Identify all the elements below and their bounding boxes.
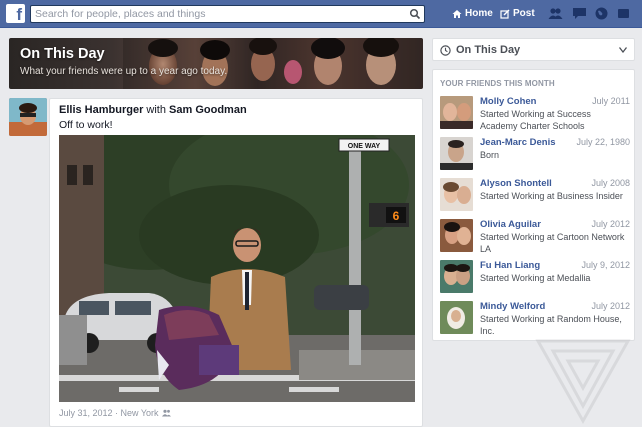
- friend-event-desc: Started Working at Medallia: [480, 273, 591, 283]
- list-item[interactable]: Molly Cohen July 2011 Started Working at…: [440, 96, 630, 132]
- friend-event-desc: Born: [480, 150, 500, 160]
- friends-audience-icon[interactable]: [161, 409, 171, 417]
- friend-event-date: July 2012: [591, 219, 630, 229]
- messages-icon[interactable]: [572, 6, 587, 21]
- one-way-sign: ONE WAY: [348, 143, 381, 150]
- author-name-link[interactable]: Ellis Hamburger: [59, 104, 143, 116]
- friend-event-date: July 2008: [591, 178, 630, 188]
- post-text: Off to work!: [59, 119, 113, 131]
- friend-avatar[interactable]: [440, 178, 473, 211]
- post-meta: July 31, 2012 · New York: [59, 408, 171, 418]
- friend-event-date: July 22, 1980: [576, 137, 630, 147]
- search-input[interactable]: [31, 6, 401, 22]
- friend-event-date: July 9, 2012: [581, 260, 630, 270]
- friend-name-link[interactable]: Fu Han Liang: [480, 260, 540, 271]
- street-scene-image: ONE WAY 6: [59, 135, 415, 402]
- on-this-day-banner[interactable]: On This Day What your friends were up to…: [9, 38, 423, 89]
- friend-avatar[interactable]: [440, 301, 473, 334]
- list-item[interactable]: Fu Han Liang July 9, 2012 Started Workin…: [440, 260, 630, 296]
- verge-watermark-icon: [535, 339, 631, 425]
- settings-icon[interactable]: [616, 6, 631, 21]
- with-word: with: [146, 104, 166, 116]
- on-this-day-nav[interactable]: On This Day: [432, 38, 635, 61]
- post-header: Ellis Hamburger with Sam Goodman: [59, 104, 247, 116]
- post-date-location[interactable]: July 31, 2012 · New York: [59, 408, 159, 418]
- svg-text:6: 6: [393, 209, 400, 223]
- facebook-logo-icon[interactable]: f: [6, 4, 25, 23]
- list-item[interactable]: Jean-Marc Denis July 22, 1980 Born: [440, 137, 630, 173]
- search-box[interactable]: [30, 5, 425, 23]
- friend-avatar[interactable]: [440, 260, 473, 293]
- friend-requests-icon[interactable]: [548, 6, 563, 21]
- compose-icon: [500, 9, 510, 19]
- friend-event-desc: Started Working at Cartoon Network LA: [480, 232, 625, 254]
- tagged-friend-link[interactable]: Sam Goodman: [169, 104, 247, 116]
- list-item[interactable]: Olivia Aguilar July 2012 Started Working…: [440, 219, 630, 255]
- friend-event-desc: Started Working at Business Insider: [480, 191, 623, 201]
- friend-avatar[interactable]: [440, 137, 473, 170]
- friends-this-month-panel: YOUR FRIENDS THIS MONTH Molly Cohen July…: [432, 69, 635, 341]
- home-icon: [452, 9, 462, 18]
- author-avatar-photo: [9, 98, 47, 136]
- post-card: Ellis Hamburger with Sam Goodman Off to …: [49, 98, 423, 427]
- list-item[interactable]: Alyson Shontell July 2008 Started Workin…: [440, 178, 630, 214]
- author-avatar[interactable]: [9, 98, 47, 136]
- friend-avatar[interactable]: [440, 96, 473, 129]
- top-bar: f Home Post: [0, 0, 642, 28]
- post-link[interactable]: Post: [500, 8, 535, 19]
- notifications-globe-icon[interactable]: [594, 6, 609, 21]
- friend-name-link[interactable]: Jean-Marc Denis: [480, 137, 556, 148]
- friend-avatar[interactable]: [440, 219, 473, 252]
- on-this-day-label: On This Day: [456, 44, 521, 56]
- home-link[interactable]: Home: [452, 8, 493, 19]
- post-photo[interactable]: ONE WAY 6: [59, 135, 415, 402]
- friend-name-link[interactable]: Mindy Welford: [480, 301, 545, 312]
- clock-icon: [440, 45, 451, 56]
- search-icon[interactable]: [409, 8, 421, 20]
- friend-event-desc: Started Working at Success Academy Chart…: [480, 109, 591, 131]
- friend-name-link[interactable]: Olivia Aguilar: [480, 219, 541, 230]
- friends-this-month-title: YOUR FRIENDS THIS MONTH: [440, 79, 555, 88]
- home-label: Home: [465, 8, 493, 19]
- friend-name-link[interactable]: Alyson Shontell: [480, 178, 552, 189]
- post-label: Post: [513, 8, 535, 19]
- banner-title: On This Day: [20, 46, 105, 62]
- friend-event-date: July 2012: [591, 301, 630, 311]
- friend-name-link[interactable]: Molly Cohen: [480, 96, 536, 107]
- chevron-down-icon[interactable]: [619, 47, 627, 53]
- banner-subtitle: What your friends were up to a year ago …: [20, 66, 228, 77]
- friend-event-date: July 2011: [592, 96, 630, 106]
- banner-friends-photo: [123, 38, 423, 89]
